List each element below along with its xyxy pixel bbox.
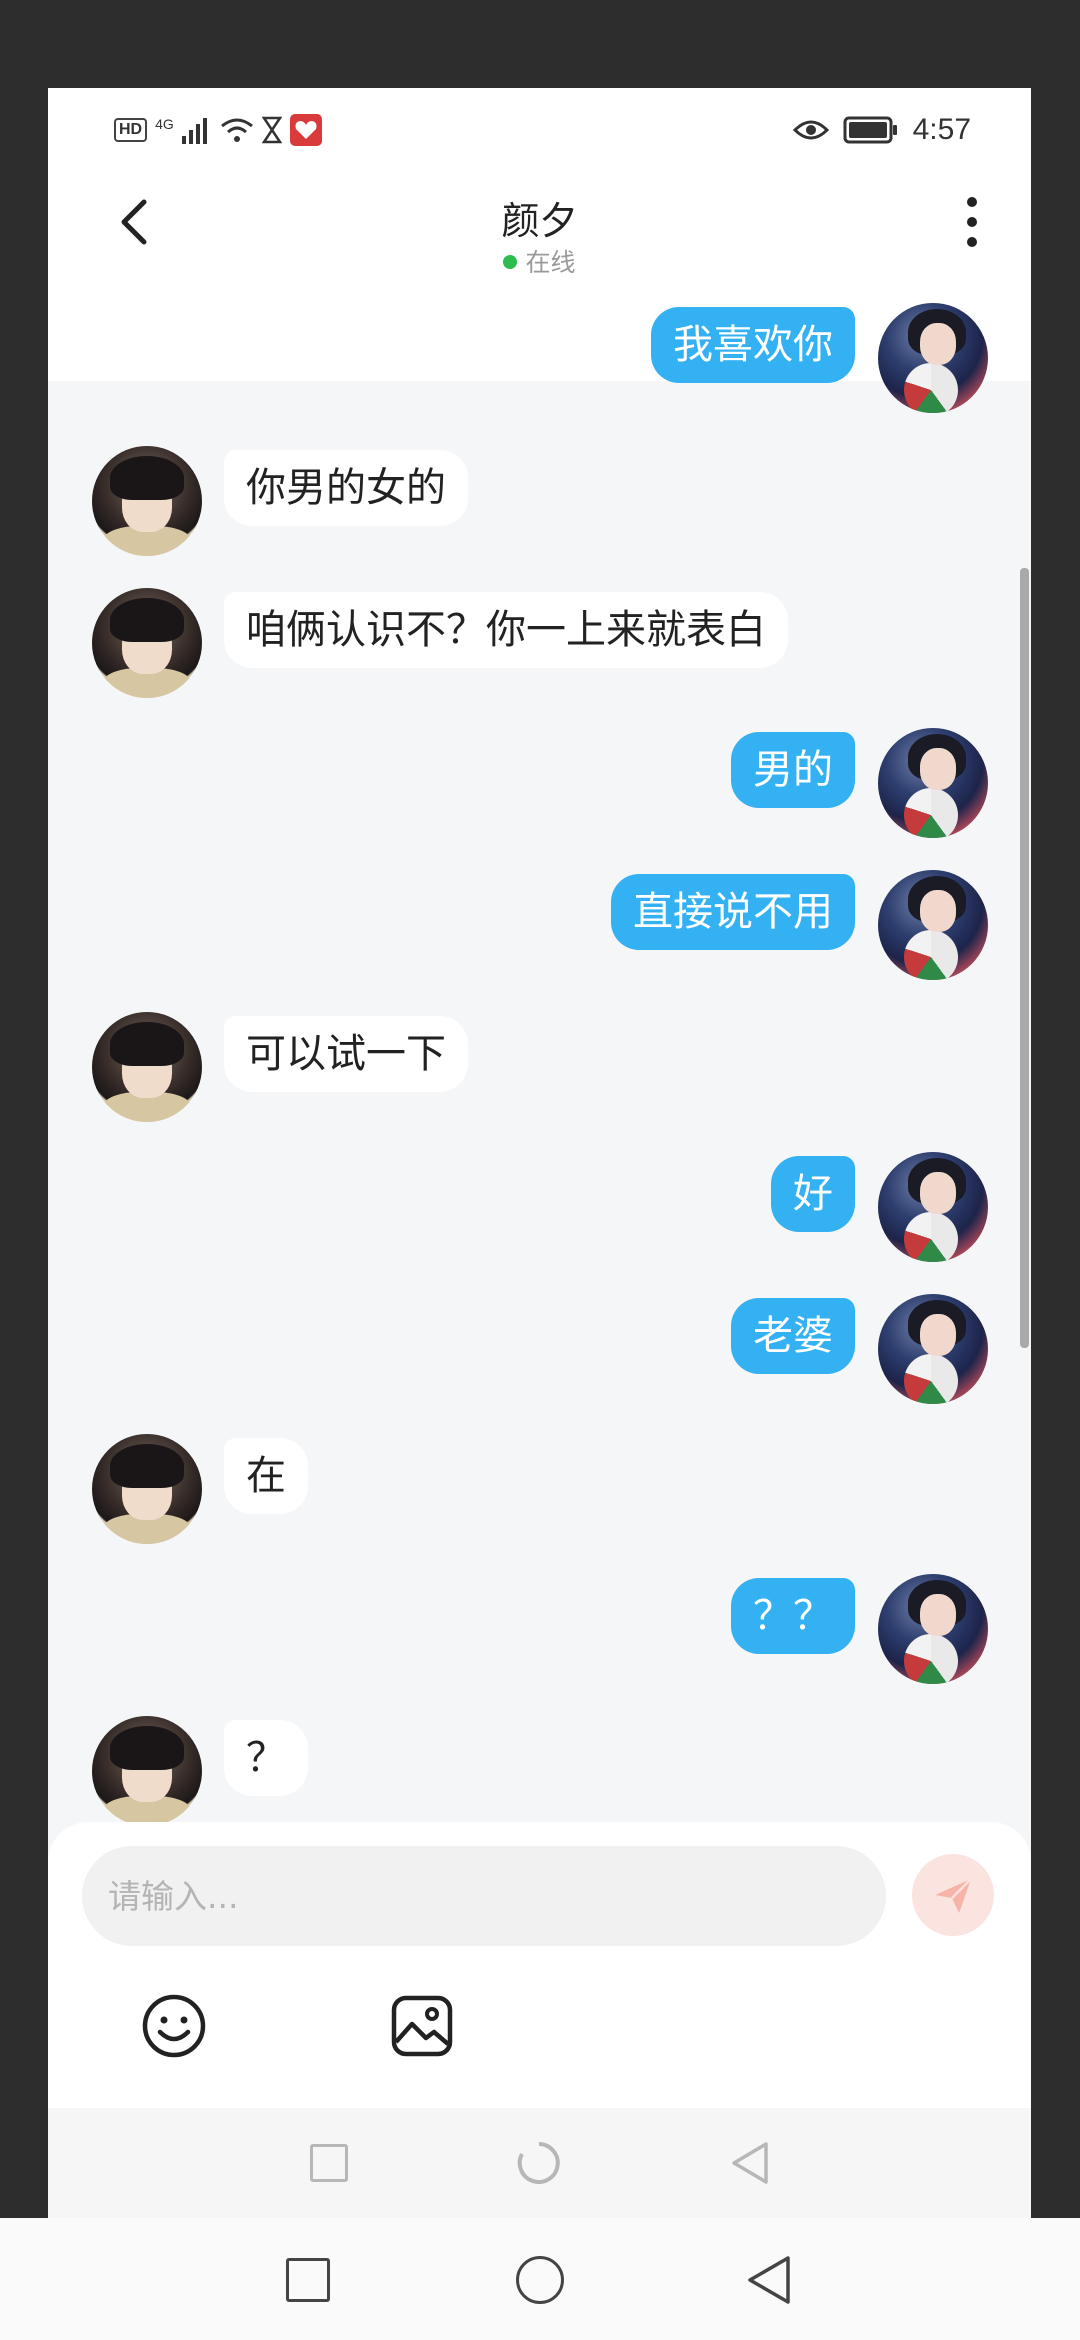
- received-message-bubble[interactable]: 在: [224, 1438, 308, 1514]
- contact-avatar[interactable]: [92, 588, 202, 698]
- send-icon: [935, 1878, 972, 1913]
- sent-message-bubble[interactable]: ？？: [731, 1578, 855, 1654]
- app-notification-icon: [289, 114, 322, 146]
- message-row: 男的: [48, 728, 1031, 838]
- back-icon[interactable]: [744, 2254, 794, 2306]
- status-bar: HD 4G 4:57: [48, 88, 1031, 168]
- sent-message-bubble[interactable]: 好: [771, 1156, 855, 1232]
- system-navigation-bar: [0, 2218, 1080, 2340]
- composer: [48, 1822, 1031, 2108]
- message-row: 可以试一下: [48, 1012, 1031, 1122]
- sent-message-bubble[interactable]: 我喜欢你: [651, 307, 855, 383]
- status-right: 4:57: [792, 110, 971, 150]
- online-dot-icon: [503, 255, 518, 269]
- status-left: HD 4G: [114, 112, 322, 148]
- home-icon[interactable]: [516, 2140, 562, 2186]
- inner-navigation-bar: [48, 2108, 1031, 2218]
- back-icon[interactable]: [728, 2140, 772, 2186]
- message-row: 我喜欢你: [48, 303, 1031, 413]
- received-message-bubble[interactable]: ？: [224, 1720, 308, 1796]
- my-avatar[interactable]: [878, 728, 988, 838]
- contact-avatar[interactable]: [92, 446, 202, 556]
- my-avatar[interactable]: [878, 1152, 988, 1262]
- contact-avatar[interactable]: [92, 1716, 202, 1826]
- clock: 4:57: [912, 113, 971, 146]
- network-type: 4G: [155, 116, 174, 132]
- contact-avatar[interactable]: [92, 1012, 202, 1122]
- hourglass-icon: [261, 116, 282, 144]
- send-button[interactable]: [912, 1854, 994, 1936]
- image-icon[interactable]: [388, 1992, 456, 2060]
- eye-comfort-icon: [792, 120, 829, 140]
- online-status-label: 在线: [525, 248, 576, 277]
- my-avatar[interactable]: [878, 1294, 988, 1404]
- sent-message-bubble[interactable]: 老婆: [731, 1298, 855, 1374]
- signal-icon: [181, 118, 207, 144]
- emoji-icon[interactable]: [140, 1992, 208, 2060]
- contact-avatar[interactable]: [92, 1434, 202, 1544]
- message-row: ？？: [48, 1574, 1031, 1684]
- my-avatar[interactable]: [878, 870, 988, 980]
- my-avatar[interactable]: [878, 303, 988, 413]
- recent-apps-icon[interactable]: [310, 2144, 348, 2182]
- contact-status: 在线: [48, 243, 1031, 279]
- message-input[interactable]: [82, 1846, 886, 1946]
- message-row: ？: [48, 1716, 1031, 1826]
- received-message-bubble[interactable]: 可以试一下: [224, 1016, 468, 1092]
- recent-apps-icon[interactable]: [286, 2258, 330, 2302]
- message-row: 直接说不用: [48, 870, 1031, 980]
- message-row: 在: [48, 1434, 1031, 1544]
- received-message-bubble[interactable]: 你男的女的: [224, 450, 468, 526]
- contact-name: 颜夕: [501, 199, 578, 243]
- wifi-icon: [220, 118, 253, 142]
- sent-message-bubble[interactable]: 直接说不用: [611, 874, 855, 950]
- more-options-icon[interactable]: [957, 194, 987, 250]
- sent-message-bubble[interactable]: 男的: [731, 732, 855, 808]
- message-row: 好: [48, 1152, 1031, 1262]
- message-row: 你男的女的: [48, 446, 1031, 556]
- received-message-bubble[interactable]: 咱俩认识不？你一上来就表白: [224, 592, 788, 668]
- hd-badge: HD: [114, 118, 148, 142]
- message-row: 老婆: [48, 1294, 1031, 1404]
- phone-screen: HD 4G 4:57 颜夕 在线 我喜欢你 你男的女的 咱俩认识不？你一上来就表…: [48, 88, 1031, 2218]
- my-avatar[interactable]: [878, 1574, 988, 1684]
- battery-icon: [843, 116, 897, 144]
- home-icon[interactable]: [516, 2256, 564, 2304]
- message-row: 咱俩认识不？你一上来就表白: [48, 588, 1031, 698]
